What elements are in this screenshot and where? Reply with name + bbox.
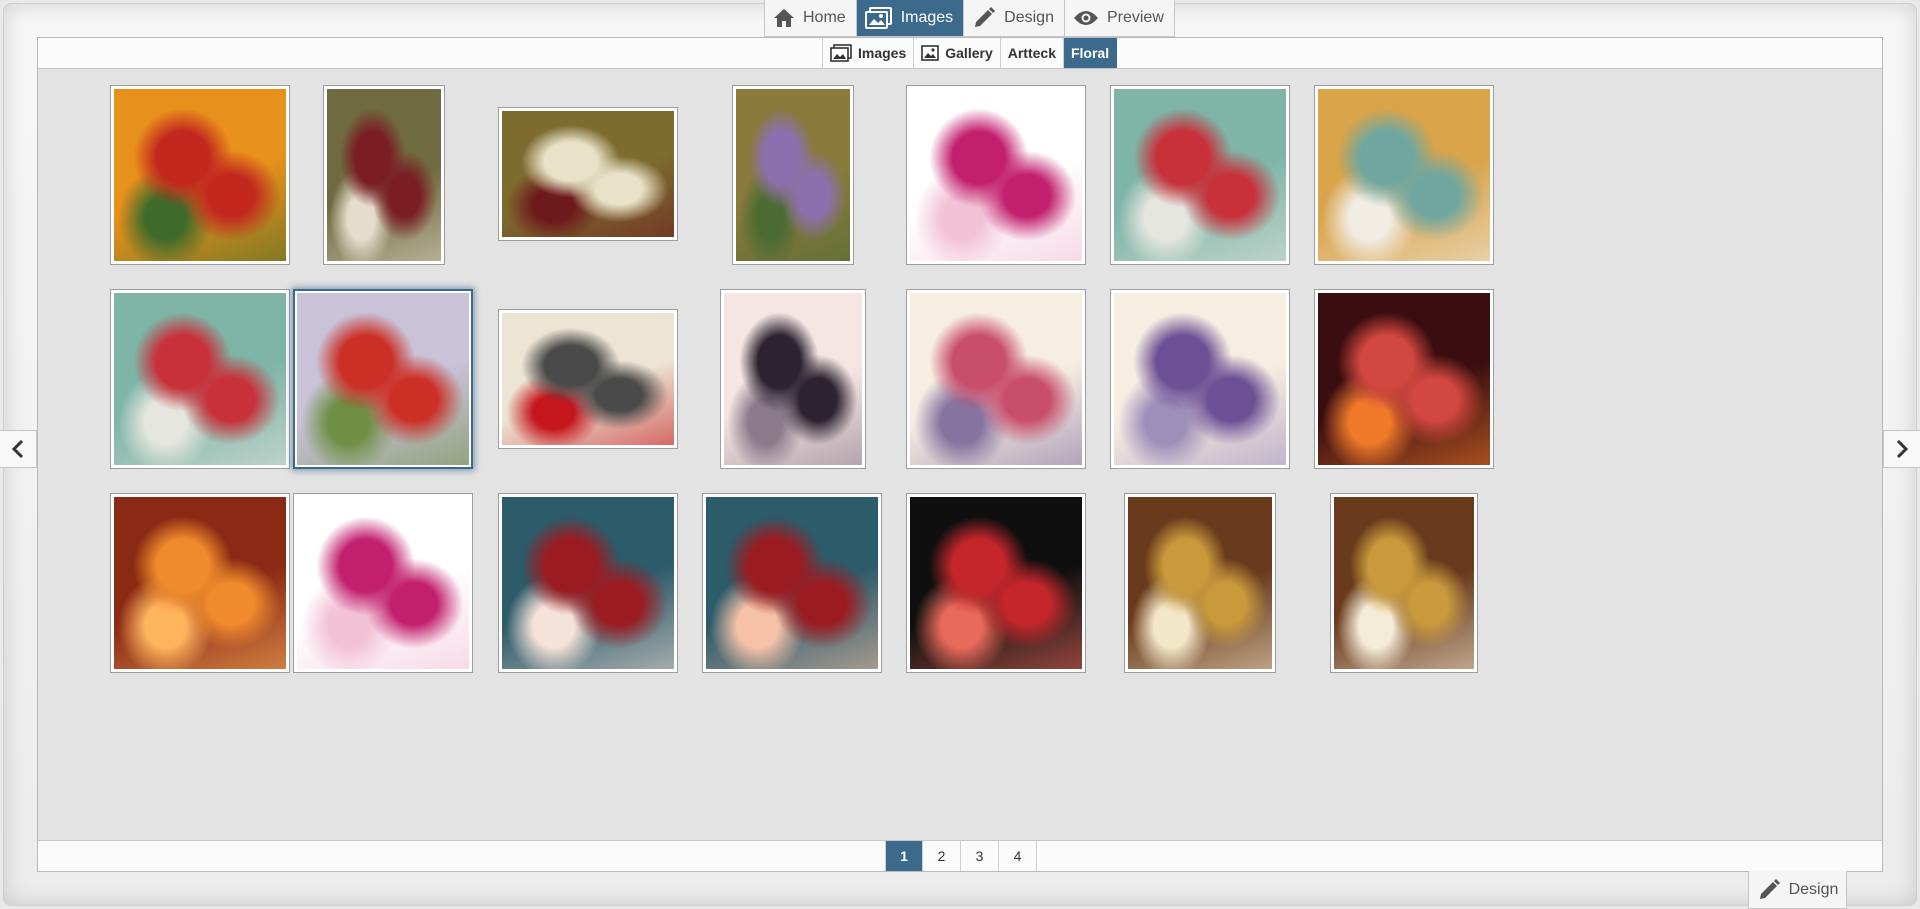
chevron-right-icon xyxy=(1896,439,1909,459)
flower-artwork xyxy=(1128,497,1272,669)
gallery-icon xyxy=(921,45,940,61)
flower-artwork xyxy=(114,293,286,465)
flower-artwork xyxy=(736,89,850,261)
gallery-thumbnail[interactable] xyxy=(498,493,678,673)
flower-artwork xyxy=(327,89,441,261)
page-2-button[interactable]: 2 xyxy=(923,841,961,871)
flower-artwork xyxy=(724,293,862,465)
home-icon xyxy=(774,9,794,27)
images-icon xyxy=(864,7,892,29)
crumb-floral[interactable]: Floral xyxy=(1063,38,1118,68)
page-3-button[interactable]: 3 xyxy=(961,841,999,871)
flower-artwork xyxy=(1334,497,1474,669)
gallery-thumbnail[interactable] xyxy=(720,289,866,469)
flower-artwork xyxy=(114,497,286,669)
flower-artwork xyxy=(297,497,469,669)
gallery-thumbnail[interactable] xyxy=(1110,289,1290,469)
main-nav: Home Images Design Preview xyxy=(764,0,1175,37)
tab-home-label: Home xyxy=(803,9,846,26)
sub-toolbar: Images Gallery Artteck Floral xyxy=(38,38,1882,69)
gallery-thumbnail[interactable] xyxy=(906,289,1086,469)
gallery-thumbnail[interactable] xyxy=(1124,493,1276,673)
flower-artwork xyxy=(297,293,469,465)
design-button-label: Design xyxy=(1788,880,1839,898)
gallery-thumbnail[interactable] xyxy=(110,493,290,673)
next-page-button[interactable] xyxy=(1883,430,1920,468)
crumb-artteck[interactable]: Artteck xyxy=(1001,38,1064,68)
crumb-artteck-label: Artteck xyxy=(1007,45,1056,61)
gallery-thumbnail[interactable] xyxy=(702,493,882,673)
page-1-button[interactable]: 1 xyxy=(885,841,923,871)
crumb-images-label: Images xyxy=(858,45,907,61)
flower-artwork xyxy=(1318,89,1490,261)
pagination: 1 2 3 4 xyxy=(885,841,1037,871)
gallery-thumbnail[interactable] xyxy=(1314,289,1494,469)
tab-home[interactable]: Home xyxy=(765,0,857,36)
tab-preview[interactable]: Preview xyxy=(1065,0,1174,36)
crumb-floral-label: Floral xyxy=(1070,45,1110,61)
pencil-icon xyxy=(1759,878,1780,899)
pencil-icon xyxy=(975,7,996,27)
flower-artwork xyxy=(1318,293,1490,465)
images-icon xyxy=(830,44,852,62)
crumb-images[interactable]: Images xyxy=(822,38,915,68)
tab-preview-label: Preview xyxy=(1106,9,1164,26)
gallery-thumbnail[interactable] xyxy=(1330,493,1478,673)
flower-artwork xyxy=(706,497,878,669)
design-button[interactable]: Design xyxy=(1748,871,1847,909)
gallery-thumbnail[interactable] xyxy=(906,85,1086,265)
gallery-thumbnail[interactable] xyxy=(293,289,473,469)
prev-page-button[interactable] xyxy=(0,430,37,468)
gallery-thumbnail[interactable] xyxy=(1110,85,1290,265)
tab-images-label: Images xyxy=(900,9,954,26)
flower-artwork xyxy=(1114,89,1286,261)
flower-artwork xyxy=(910,89,1082,261)
tab-design[interactable]: Design xyxy=(964,0,1065,36)
tab-images[interactable]: Images xyxy=(856,0,965,36)
flower-artwork xyxy=(502,111,674,237)
flower-artwork xyxy=(910,293,1082,465)
gallery-thumbnail[interactable] xyxy=(1314,85,1494,265)
flower-artwork xyxy=(1114,293,1286,465)
flower-artwork xyxy=(910,497,1082,669)
gallery-thumbnail[interactable] xyxy=(323,85,445,265)
tab-design-label: Design xyxy=(1004,9,1054,26)
gallery-thumbnail[interactable] xyxy=(498,309,678,449)
gallery-thumbnail[interactable] xyxy=(110,289,290,469)
eye-icon xyxy=(1073,11,1098,25)
gallery-thumbnail[interactable] xyxy=(906,493,1086,673)
flower-artwork xyxy=(502,497,674,669)
gallery-thumbnail[interactable] xyxy=(498,107,678,241)
chevron-left-icon xyxy=(11,439,24,459)
breadcrumb: Images Gallery Artteck Floral xyxy=(822,38,1118,68)
gallery-panel: Images Gallery Artteck Floral 1 2 3 4 xyxy=(37,37,1883,872)
gallery-thumbnail[interactable] xyxy=(293,493,473,673)
crumb-gallery-label: Gallery xyxy=(945,45,993,61)
gallery-thumbnail[interactable] xyxy=(732,85,854,265)
flower-artwork xyxy=(114,89,286,261)
gallery-thumbnail[interactable] xyxy=(110,85,290,265)
flower-artwork xyxy=(502,313,674,445)
crumb-gallery[interactable]: Gallery xyxy=(914,38,1001,68)
pagination-bar: 1 2 3 4 xyxy=(38,840,1882,871)
page-4-button[interactable]: 4 xyxy=(999,841,1037,871)
